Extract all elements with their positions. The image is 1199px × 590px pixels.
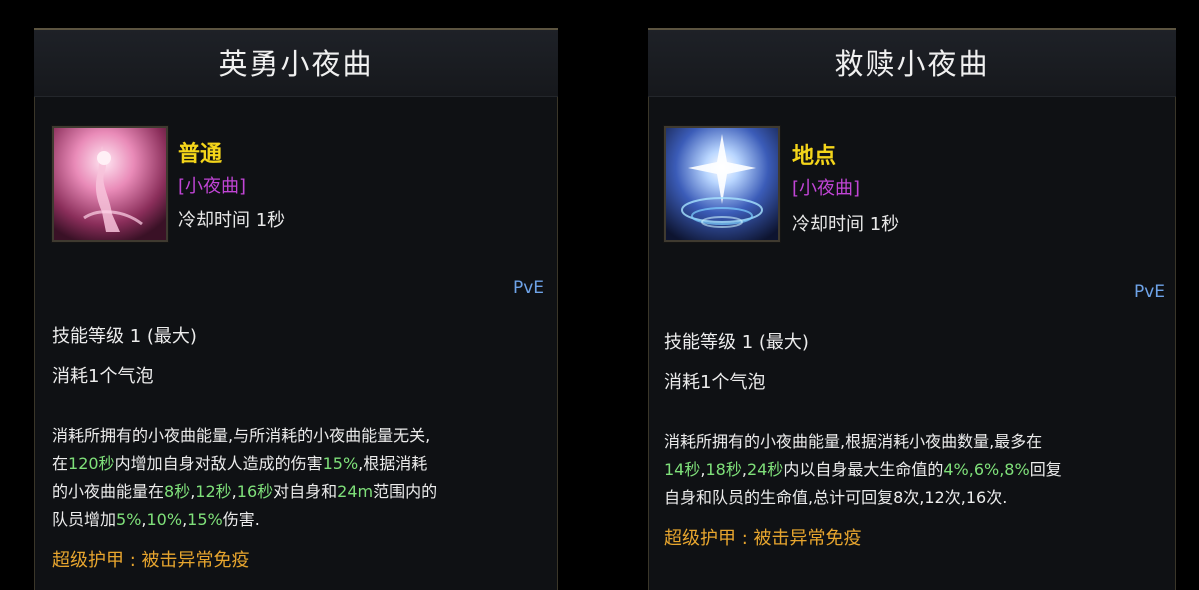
desc-line: 的小夜曲能量在8秒,12秒,16秒对自身和24m范围内的 [52, 478, 437, 506]
desc-highlight: 24秒 [746, 460, 784, 479]
skill-tooltip-heroic-serenade: 英勇小夜曲 普通 [小夜曲] 冷却时间 1秒 PvE 技能等级 1 (最大) 消… [34, 28, 558, 590]
desc-text: ,根据消耗 [358, 454, 428, 473]
desc-highlight: 8% [1004, 460, 1030, 479]
desc-line: 消耗所拥有的小夜曲能量,与所消耗的小夜曲能量无关, [52, 422, 437, 450]
desc-highlight: 14秒 [664, 460, 701, 479]
skill-level: 技能等级 1 (最大) [52, 326, 197, 347]
desc-text: 16次 [965, 488, 1003, 507]
skill-tag: [小夜曲] [178, 176, 247, 197]
skill-title: 英勇小夜曲 [34, 30, 558, 97]
desc-highlight: 4% [943, 460, 969, 479]
desc-text: 队员增加 [52, 510, 117, 529]
desc-line: 在120秒内增加自身对敌人造成的伤害15%,根据消耗 [52, 450, 437, 478]
pve-mode-label: PvE [513, 278, 545, 298]
desc-text: 8次 [893, 488, 920, 507]
skill-category: 地点 [792, 144, 837, 169]
cooldown-text: 冷却时间 1秒 [792, 214, 900, 235]
desc-text: 消耗所拥有的小夜曲能量,根据消耗小夜曲数量,最多在 [664, 432, 1043, 451]
skill-level: 技能等级 1 (最大) [664, 332, 809, 353]
desc-highlight: 24m [337, 482, 374, 501]
skill-tag: [小夜曲] [792, 178, 861, 199]
desc-text: 对自身和 [273, 482, 338, 501]
desc-highlight: 6% [973, 460, 1000, 479]
skill-tooltip-redemption-serenade: 救赎小夜曲 地点 [小夜曲] 冷却时间 1秒 PvE 技能等级 1 (最大) 消… [648, 28, 1176, 590]
desc-highlight: 16秒 [236, 482, 274, 501]
super-armor-text: 超级护甲 : 被击异常免疫 [664, 528, 862, 549]
desc-text: 内增加自身对敌人造成的伤害 [114, 454, 323, 473]
skill-cost: 消耗1个气泡 [52, 366, 154, 387]
desc-highlight: 10% [146, 510, 183, 529]
desc-text: 12次 [924, 488, 961, 507]
desc-text: 自身和队员的生命值,总计可回复 [664, 488, 894, 507]
desc-line: 消耗所拥有的小夜曲能量,根据消耗小夜曲数量,最多在 [664, 428, 1062, 456]
pve-mode-label: PvE [1134, 282, 1166, 302]
desc-text: 范围内的 [373, 482, 438, 501]
super-armor-text: 超级护甲 : 被击异常免疫 [52, 550, 250, 571]
desc-text: 在 [52, 454, 69, 473]
desc-highlight: 5% [116, 510, 142, 529]
desc-line: 队员增加5%,10%,15%伤害. [52, 506, 437, 534]
desc-line: 14秒,18秒,24秒内以自身最大生命值的4%,6%,8%回复 [664, 456, 1062, 484]
blue-star-burst-skill-icon [664, 126, 780, 242]
skill-description: 消耗所拥有的小夜曲能量,根据消耗小夜曲数量,最多在 14秒,18秒,24秒内以自… [664, 428, 1062, 512]
desc-highlight: 12秒 [195, 482, 232, 501]
skill-cost: 消耗1个气泡 [664, 372, 766, 393]
desc-text: 回复 [1029, 460, 1062, 479]
dancer-pink-skill-icon [52, 126, 168, 242]
desc-line: 自身和队员的生命值,总计可回复8次,12次,16次. [664, 484, 1062, 512]
desc-text: 消耗所拥有的小夜曲能量,与所消耗的小夜曲能量无关, [52, 426, 431, 445]
skill-category: 普通 [178, 142, 223, 167]
desc-text: 内以自身最大生命值的 [783, 460, 944, 479]
desc-text: 伤害. [222, 510, 260, 529]
skill-title: 救赎小夜曲 [648, 30, 1176, 97]
skill-description: 消耗所拥有的小夜曲能量,与所消耗的小夜曲能量无关, 在120秒内增加自身对敌人造… [52, 422, 437, 534]
desc-highlight: 8秒 [164, 482, 191, 501]
cooldown-text: 冷却时间 1秒 [178, 210, 286, 231]
desc-text: . [1002, 488, 1008, 507]
desc-highlight: 15% [322, 454, 359, 473]
desc-text: 的小夜曲能量在 [52, 482, 165, 501]
desc-highlight: 18秒 [705, 460, 742, 479]
desc-highlight: 15% [187, 510, 223, 529]
desc-highlight: 120秒 [68, 454, 115, 473]
